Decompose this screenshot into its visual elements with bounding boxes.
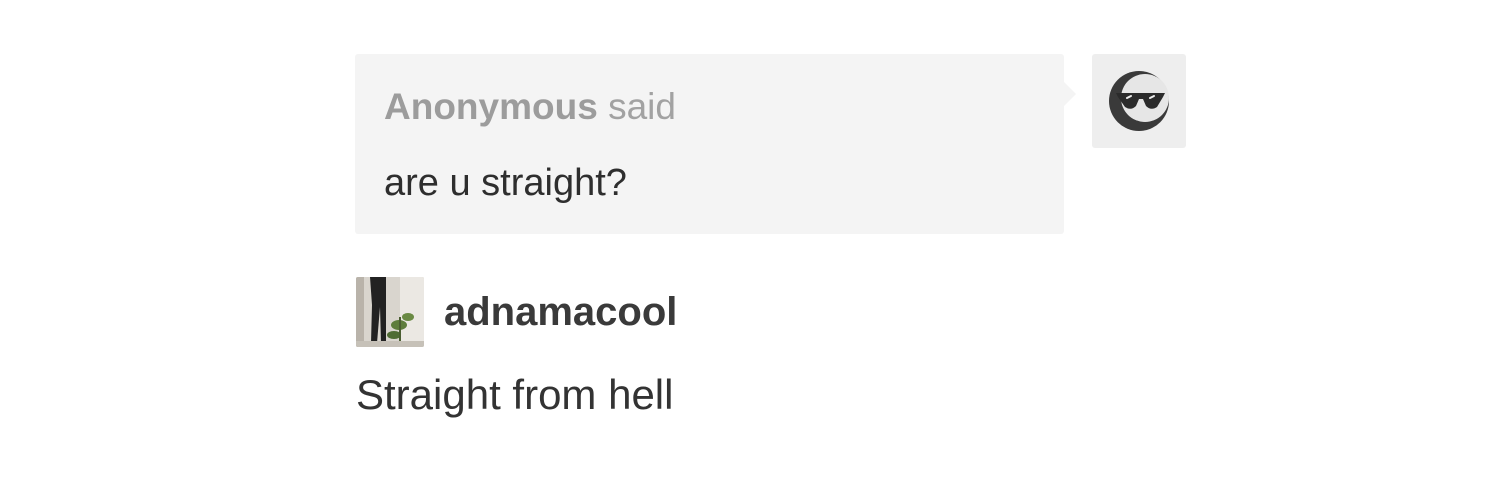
asker-name[interactable]: Anonymous: [384, 86, 598, 127]
asker-line: Anonymous said: [384, 84, 676, 130]
anonymous-avatar[interactable]: [1092, 54, 1186, 148]
answer-text: Straight from hell: [356, 371, 674, 418]
answerer-name[interactable]: adnamacool: [444, 288, 677, 336]
answerer-avatar[interactable]: [356, 277, 424, 347]
answer-header: adnamacool: [356, 277, 677, 347]
asker-said-label: said: [608, 86, 676, 127]
question-text: are u straight?: [384, 162, 627, 204]
user-photo-avatar: [356, 277, 424, 347]
ask-bubble: Anonymous said are u straight?: [355, 54, 1076, 234]
anonymous-sunglasses-icon: [1109, 71, 1169, 131]
